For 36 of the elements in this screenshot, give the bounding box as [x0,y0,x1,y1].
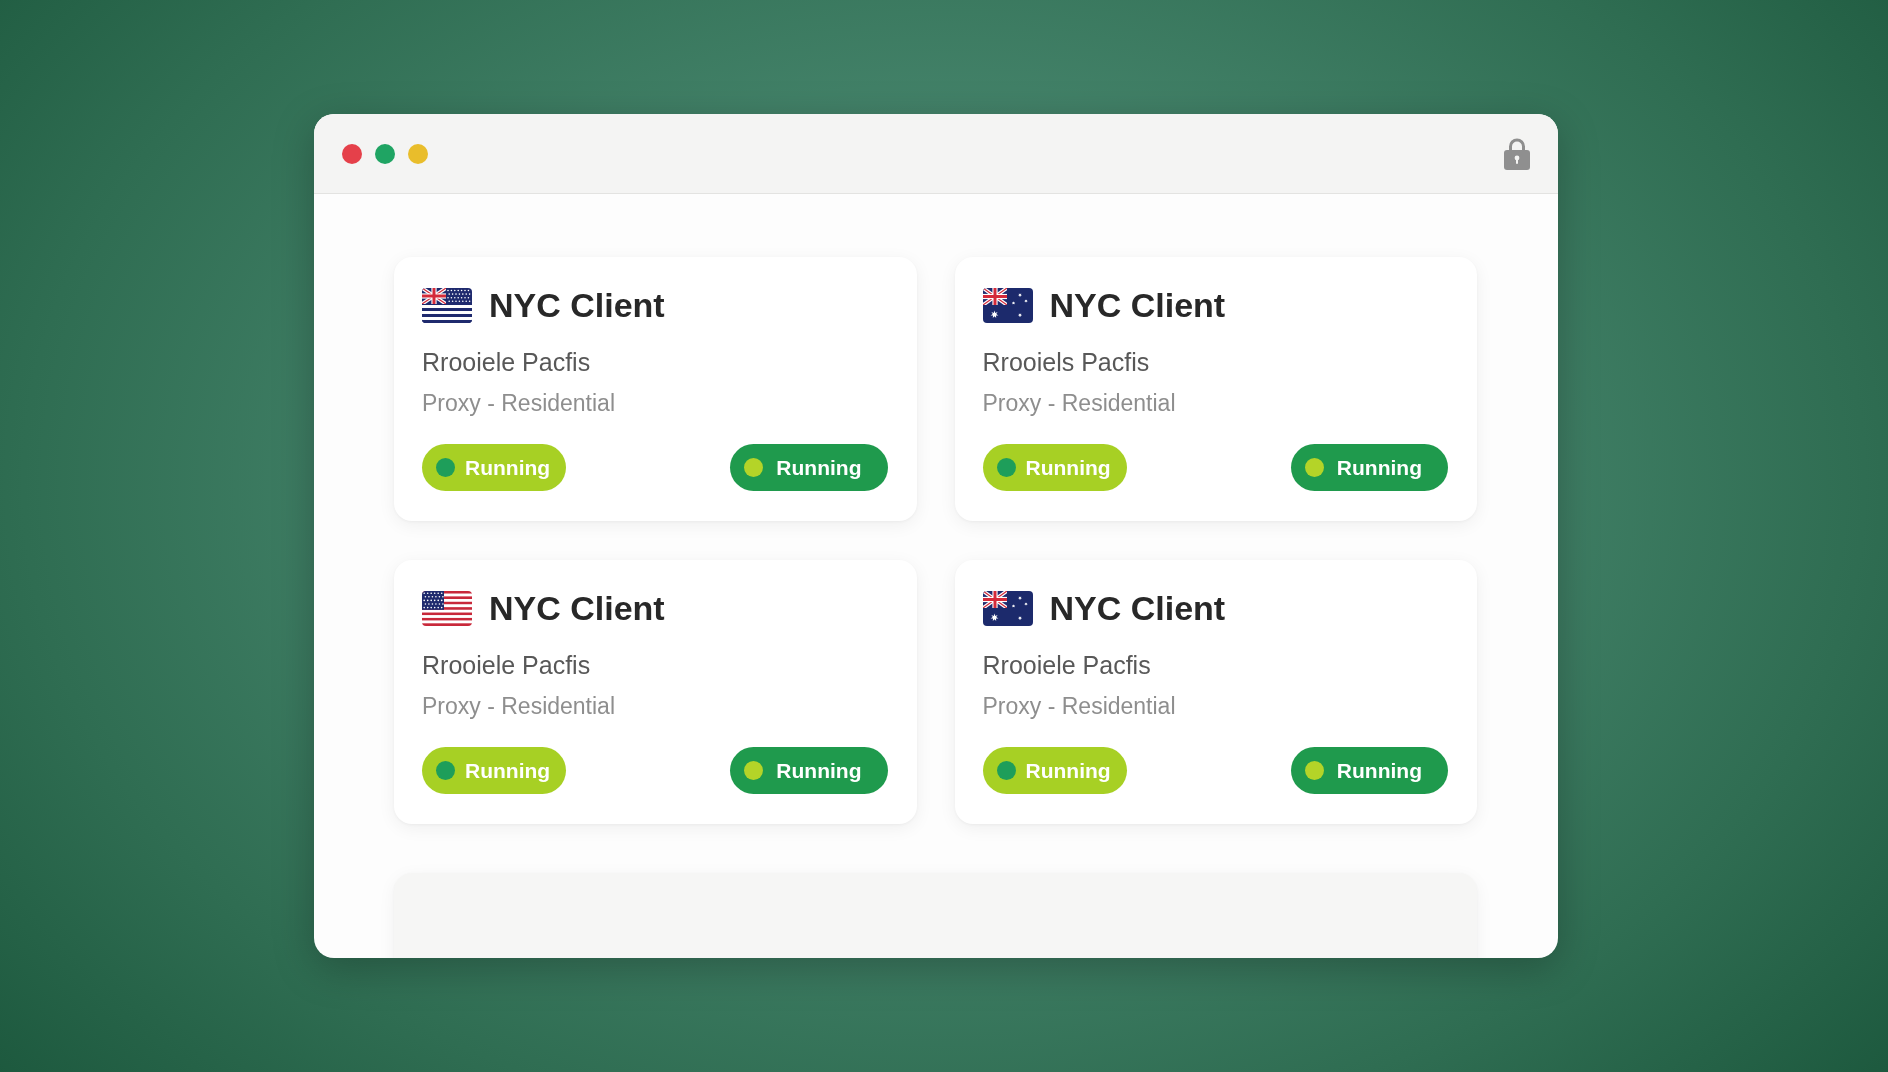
status-label: Running [776,758,862,783]
status-dot-icon [996,458,1016,477]
client-subtitle: Rrooiele Pacfis [982,650,1152,680]
status-label: Running [465,455,551,480]
status-dot-icon [1304,761,1324,780]
status-label: Running [1025,455,1111,480]
window-control-icon[interactable] [342,143,362,164]
client-subtitle: Rrooiels Pacfis [982,347,1151,377]
client-name: NYC Client [489,590,665,626]
status-label: Running [776,455,862,480]
client-subtitle: Rrooiele Pacfis [422,347,592,377]
status-dot-icon [996,761,1016,780]
status-dot-icon [436,761,455,780]
window-control-icon[interactable] [375,143,395,164]
status-label: Running [1336,758,1422,783]
flag-icon [982,287,1033,323]
status-dot-icon [744,761,764,780]
status-dot-icon [744,458,764,477]
proxy-type: Proxy - Residential [982,389,1177,417]
client-name: NYC Client [1049,590,1226,626]
status-dot-icon [436,458,455,477]
status-label: Running [465,758,551,783]
status-dot-icon [1304,458,1324,477]
client-name: NYC Client [489,287,665,323]
lock-icon [1504,137,1530,170]
flag-icon [422,590,472,626]
proxy-type: Proxy - Residential [422,692,617,720]
client-subtitle: Rrooiele Pacfis [422,650,592,680]
window-control-icon[interactable] [408,143,428,164]
status-label: Running [1025,758,1111,783]
flag-icon [982,590,1033,626]
proxy-type: Proxy - Residential [982,692,1177,720]
flag-icon [422,287,472,323]
status-label: Running [1336,455,1422,480]
proxy-type: Proxy - Residential [422,389,617,417]
client-name: NYC Client [1049,287,1226,323]
